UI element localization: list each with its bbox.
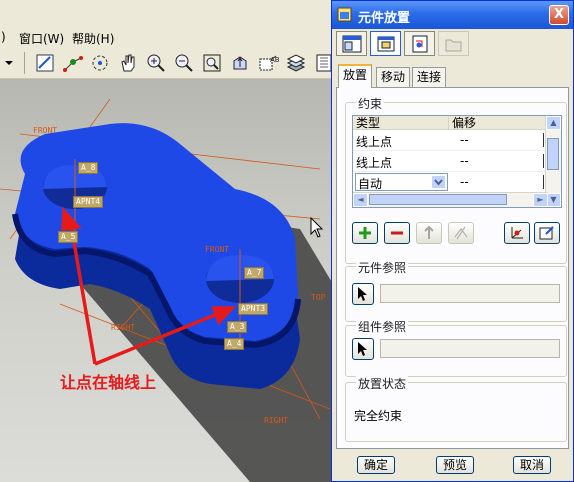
- scroll-thumb[interactable]: [547, 138, 559, 170]
- table-horizontal-scrollbar[interactable]: ◄ ►: [353, 192, 548, 207]
- scroll-down-icon[interactable]: ▼: [546, 193, 561, 207]
- dropdown-arrow-icon[interactable]: [2, 52, 16, 74]
- dialog-titlebar[interactable]: 元件放置 X: [332, 1, 573, 29]
- datum-label-front-mid: FRONT: [205, 245, 230, 254]
- pan-icon[interactable]: [117, 52, 139, 74]
- scroll-thumb-horizontal[interactable]: [369, 194, 507, 205]
- datum-point-icon[interactable]: [62, 52, 84, 74]
- layers-icon[interactable]: [285, 52, 307, 74]
- point-tag-apnt4: APNT4: [73, 196, 104, 208]
- tab-placement[interactable]: 放置: [338, 64, 373, 88]
- table-row[interactable]: 线上点 --: [353, 130, 548, 151]
- assembly-reference-field[interactable]: [380, 339, 560, 358]
- constraint-offset: --: [460, 154, 469, 168]
- cancel-button[interactable]: 取消: [513, 456, 551, 474]
- placement-panel: 约束 类型 偏移 线上点 -- 线上点 -- 自动 -- ▲ ▼ ◄ ► 元件参…: [336, 87, 569, 449]
- pick-cursor-icon[interactable]: [352, 283, 374, 305]
- axis-tag-a5: A_5: [58, 231, 79, 243]
- constraint-type-selected: 自动: [358, 177, 383, 191]
- chevron-down-icon[interactable]: [431, 175, 446, 189]
- scroll-left-icon[interactable]: ◄: [353, 193, 368, 207]
- preview-button[interactable]: 预览: [436, 456, 474, 474]
- datum-label-front-top: FRONT: [33, 126, 58, 135]
- row-marker: [543, 154, 544, 168]
- constraints-group: 约束 类型 偏移 线上点 -- 线上点 -- 自动 -- ▲ ▼ ◄ ►: [345, 95, 567, 264]
- tab-connect[interactable]: 连接: [412, 67, 447, 87]
- assembly-reference-label: 组件参照: [356, 318, 409, 335]
- coordinate-system-icon: [511, 227, 523, 239]
- show-constraints-icon[interactable]: [404, 31, 435, 56]
- close-button[interactable]: X: [549, 5, 569, 25]
- constraint-offset: --: [460, 175, 469, 189]
- datum-label-top: TOP: [311, 293, 326, 302]
- scroll-right-icon[interactable]: ►: [533, 193, 548, 207]
- placement-status-value: 完全约束: [354, 409, 403, 423]
- constraint-offset: --: [460, 133, 469, 147]
- component-reference-label: 元件参照: [356, 259, 409, 276]
- zoom-out-icon[interactable]: [173, 52, 195, 74]
- graphics-viewport[interactable]: FRONT FRONT RIGHT RIGHT TOP A_8 APNT4 A_…: [0, 79, 336, 482]
- separate-window-icon[interactable]: [370, 31, 401, 56]
- constraint-type: 线上点: [356, 156, 393, 170]
- axis-tag-a8: A_8: [78, 162, 99, 174]
- sketch-icon[interactable]: [34, 52, 56, 74]
- plus-icon: [359, 227, 371, 239]
- add-constraint-button[interactable]: [352, 222, 378, 244]
- axis-tag-a4: A_4: [224, 338, 245, 350]
- menu-prev-tail[interactable]: ): [1, 30, 6, 44]
- app-toolbar: AB: [0, 48, 336, 79]
- convert-icon: [454, 226, 468, 240]
- axis-tag-a7: A_7: [244, 267, 265, 279]
- dialog-title: 元件放置: [358, 11, 411, 26]
- menu-window[interactable]: 窗口(W): [19, 30, 64, 47]
- table-row[interactable]: 线上点 --: [353, 151, 548, 172]
- spin-icon[interactable]: [89, 52, 111, 74]
- constraints-table[interactable]: 类型 偏移 线上点 -- 线上点 -- 自动 -- ▲ ▼ ◄ ►: [352, 115, 562, 208]
- table-row[interactable]: 自动 --: [353, 172, 548, 193]
- pick-cursor-icon[interactable]: [352, 338, 374, 360]
- datum-label-right-bottom: RIGHT: [264, 416, 289, 425]
- point-tag-apnt3: APNT3: [238, 303, 269, 315]
- menu-help[interactable]: 帮助(H): [72, 30, 114, 47]
- constraints-group-label: 约束: [356, 95, 385, 112]
- assembly-reference-group: 组件参照: [345, 318, 567, 377]
- open-folder-icon[interactable]: [438, 31, 469, 56]
- component-reference-group: 元件参照: [345, 259, 567, 322]
- row-marker: [543, 133, 544, 147]
- flip-constraint-button[interactable]: [416, 222, 442, 244]
- svg-text:AB: AB: [270, 56, 279, 64]
- datum-label-right-left: RIGHT: [111, 323, 136, 332]
- refit-icon[interactable]: [201, 52, 223, 74]
- dialog-app-icon: [337, 7, 352, 22]
- user-interface-icon[interactable]: [336, 31, 367, 56]
- app-menubar: ) 窗口(W) 帮助(H): [0, 28, 336, 48]
- placement-status-label: 放置状态: [356, 375, 409, 392]
- component-placement-dialog: 元件放置 X 放置 移动 连接 约束 类型 偏移 线上点 -- 线上点 -- 自…: [331, 0, 574, 482]
- coordinate-system-button[interactable]: [504, 222, 530, 244]
- convert-constraint-button[interactable]: [448, 222, 474, 244]
- scroll-up-icon[interactable]: ▲: [546, 116, 561, 130]
- constraint-type-select[interactable]: 自动: [355, 173, 448, 191]
- column-header-offset[interactable]: 偏移: [449, 116, 548, 130]
- tab-move[interactable]: 移动: [376, 67, 411, 87]
- column-header-type[interactable]: 类型: [353, 116, 449, 130]
- annotation-text: 让点在轴线上: [60, 373, 157, 392]
- assembly-reference-row: [352, 338, 564, 360]
- component-reference-row: [352, 283, 564, 305]
- named-view-icon[interactable]: AB: [257, 52, 279, 74]
- default-placement-icon: [539, 226, 554, 240]
- minus-icon: [391, 231, 403, 235]
- flip-icon: [424, 225, 434, 239]
- orient-icon[interactable]: [229, 52, 251, 74]
- axis-tag-a3: A_3: [227, 321, 248, 333]
- row-marker: [543, 175, 544, 189]
- placement-status-group: 放置状态 完全约束: [345, 375, 567, 442]
- constraint-type: 线上点: [356, 135, 393, 149]
- default-placement-button[interactable]: [534, 222, 560, 244]
- ok-button[interactable]: 确定: [357, 456, 395, 474]
- remove-constraint-button[interactable]: [384, 222, 410, 244]
- toolbar-separator: [24, 52, 25, 74]
- component-reference-field[interactable]: [380, 284, 560, 303]
- zoom-in-icon[interactable]: [145, 52, 167, 74]
